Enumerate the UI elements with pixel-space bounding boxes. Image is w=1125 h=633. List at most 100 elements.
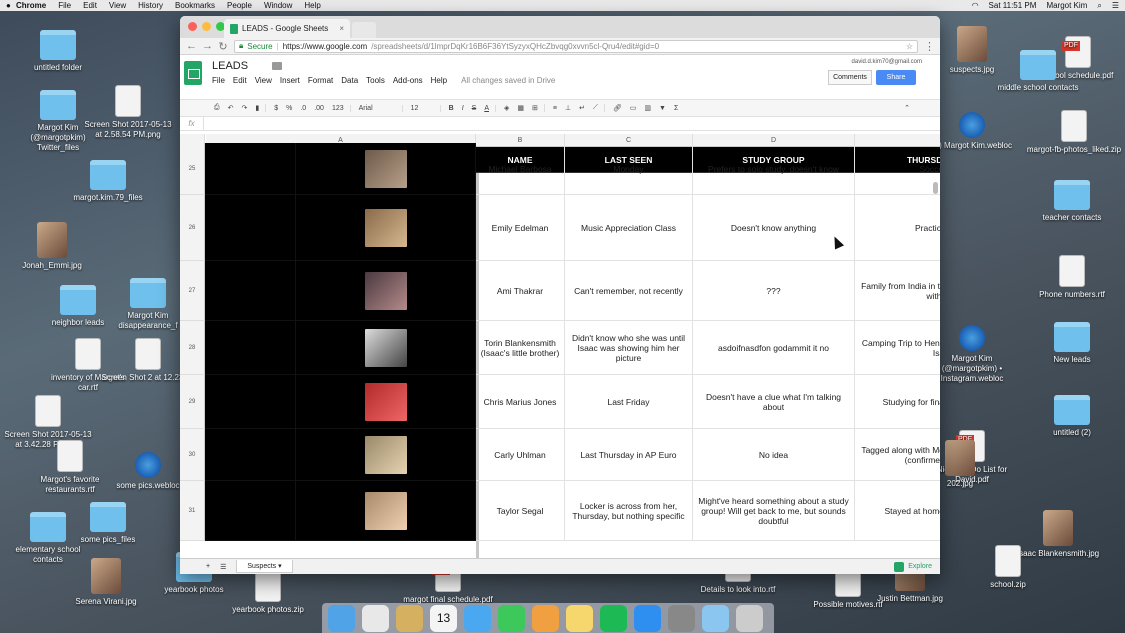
desktop-doc-icon[interactable]: Screen Shot 2017-05-13 at 2.58.54 PM.png: [80, 85, 176, 140]
menu-help[interactable]: Help: [304, 1, 320, 10]
new-tab-button[interactable]: [352, 22, 376, 38]
add-sheet-icon[interactable]: +: [206, 563, 210, 570]
menu-edit[interactable]: Edit: [83, 1, 97, 10]
comments-button[interactable]: Comments: [828, 70, 872, 85]
decrease-decimal-button[interactable]: .0: [300, 105, 306, 112]
cell-blank[interactable]: [205, 429, 296, 481]
text-wrap-icon[interactable]: ↵: [579, 104, 585, 112]
thursday-night-cell[interactable]: Practicing violin: [855, 195, 940, 261]
settings-icon[interactable]: [668, 604, 695, 632]
row-header[interactable]: 27: [180, 261, 205, 321]
chrome-menu-icon[interactable]: ⋮: [924, 40, 935, 53]
desktop-folder-icon[interactable]: some pics_files: [60, 502, 156, 545]
photo-cell[interactable]: [296, 375, 476, 429]
row-header[interactable]: 26: [180, 195, 205, 261]
last-seen-cell[interactable]: Last Friday: [565, 375, 693, 429]
desktop-folder-icon[interactable]: untitled folder: [10, 30, 106, 73]
insert-comment-icon[interactable]: ▭: [630, 104, 637, 112]
number-format-dropdown[interactable]: 123: [332, 104, 351, 112]
desktop-photo-icon[interactable]: Serena Virani.jpg: [58, 558, 154, 607]
spreadsheet-grid[interactable]: ABCDE1PHOTONAMELAST SEENSTUDY GROUPTHURS…: [180, 134, 940, 558]
increase-decimal-button[interactable]: .00: [314, 105, 324, 112]
all-sheets-icon[interactable]: ☰: [220, 563, 226, 571]
row-header[interactable]: 28: [180, 321, 205, 375]
messages-icon[interactable]: [464, 604, 491, 632]
cell-blank[interactable]: [205, 481, 296, 541]
study-group-cell[interactable]: Doesn't know anything: [693, 195, 855, 261]
photo-cell[interactable]: [296, 195, 476, 261]
address-bar[interactable]: 🔒︎ Secure | https://www.google.com/sprea…: [234, 39, 918, 53]
explore-button[interactable]: Explore: [894, 561, 932, 572]
row-header[interactable]: 25: [180, 143, 205, 195]
menu-view[interactable]: View: [109, 1, 126, 10]
sheets-menu-tools[interactable]: Tools: [366, 76, 385, 85]
row-header[interactable]: 31: [180, 481, 205, 541]
thursday-night-cell[interactable]: Tagged along with Megan for Voice Lesson…: [855, 429, 940, 481]
currency-button[interactable]: $: [274, 105, 278, 112]
study-group-cell[interactable]: Prefers to solo study, doesn't know: [693, 143, 855, 195]
share-button[interactable]: Share: [876, 70, 916, 85]
bold-button[interactable]: B: [449, 105, 454, 112]
stickies-icon[interactable]: [566, 604, 593, 632]
menu-window[interactable]: Window: [264, 1, 292, 10]
sheets-menu-view[interactable]: View: [255, 76, 272, 85]
sheets-menu-data[interactable]: Data: [341, 76, 358, 85]
filter-icon[interactable]: ▼: [659, 105, 666, 112]
apple-icon[interactable]: ●: [6, 1, 16, 10]
study-group-cell[interactable]: No idea: [693, 429, 855, 481]
suspect-photo[interactable]: [364, 271, 407, 310]
appstore-icon[interactable]: [634, 604, 661, 632]
photo-cell[interactable]: [296, 143, 476, 195]
last-seen-cell[interactable]: Last Thursday in AP Euro: [565, 429, 693, 481]
horizontal-align-icon[interactable]: ≡: [553, 105, 557, 112]
spotify-icon[interactable]: [600, 604, 627, 632]
fill-color-icon[interactable]: ◈: [504, 104, 509, 112]
sheets-logo-icon[interactable]: [184, 61, 202, 85]
font-dropdown[interactable]: Arial: [359, 104, 403, 112]
folder-icon[interactable]: [272, 62, 282, 70]
cell-blank[interactable]: [205, 321, 296, 375]
photo-cell[interactable]: [296, 261, 476, 321]
desktop-doc-icon[interactable]: margot-fb-photos_liked.zip: [1026, 110, 1122, 155]
desktop-folder-icon[interactable]: untitled (2): [1024, 395, 1120, 438]
suspect-photo[interactable]: [364, 382, 407, 421]
suspect-photo[interactable]: [364, 328, 407, 367]
facetime-icon[interactable]: [498, 604, 525, 632]
menu-app-name[interactable]: Chrome: [16, 1, 46, 10]
name-cell[interactable]: Chris Marius Jones: [476, 375, 565, 429]
thursday-night-cell[interactable]: Studying for finals alone at home: [855, 375, 940, 429]
cell-blank[interactable]: [205, 143, 296, 195]
menu-history[interactable]: History: [138, 1, 163, 10]
insert-chart-icon[interactable]: ▥: [644, 104, 651, 112]
last-seen-cell[interactable]: Monday: [565, 143, 693, 195]
cell-blank[interactable]: [205, 375, 296, 429]
desktop-folder-icon[interactable]: teacher contacts: [1024, 180, 1120, 223]
cell-blank[interactable]: [205, 261, 296, 321]
last-seen-cell[interactable]: Music Appreciation Class: [565, 195, 693, 261]
finder-icon[interactable]: [328, 604, 355, 632]
menu-list-icon[interactable]: ☰: [1112, 1, 1119, 10]
close-window-button[interactable]: [188, 22, 197, 31]
study-group-cell[interactable]: Doesn't have a clue what I'm talking abo…: [693, 375, 855, 429]
wifi-icon[interactable]: ◠: [972, 1, 979, 10]
desktop-folder-icon[interactable]: New leads: [1024, 322, 1120, 365]
sheets-menu-format[interactable]: Format: [308, 76, 333, 85]
italic-button[interactable]: I: [462, 105, 464, 112]
thursday-night-cell[interactable]: Family from India in town, had to spend …: [855, 261, 940, 321]
name-cell[interactable]: Taylor Segal: [476, 481, 565, 541]
sheets-menu-insert[interactable]: Insert: [280, 76, 300, 85]
suspect-photo[interactable]: [364, 149, 407, 188]
bookmark-star-icon[interactable]: ☆: [906, 42, 913, 51]
last-seen-cell[interactable]: Can't remember, not recently: [565, 261, 693, 321]
cell-blank[interactable]: [205, 195, 296, 261]
desktop-photo-icon[interactable]: Jonah_Emmi.jpg: [4, 222, 100, 271]
name-cell[interactable]: Torin Blankensmith (Isaac's little broth…: [476, 321, 565, 375]
borders-icon[interactable]: ▦: [517, 104, 524, 112]
search-icon[interactable]: ⌕: [1097, 1, 1101, 11]
functions-button[interactable]: Σ: [674, 105, 678, 112]
last-seen-cell[interactable]: Didn't know who she was until Isaac was …: [565, 321, 693, 375]
collapse-toolbar-icon[interactable]: ⌃: [904, 104, 910, 112]
forward-icon[interactable]: →: [202, 40, 213, 52]
insert-link-icon[interactable]: 🔗︎: [613, 104, 622, 112]
minimize-window-button[interactable]: [202, 22, 211, 31]
